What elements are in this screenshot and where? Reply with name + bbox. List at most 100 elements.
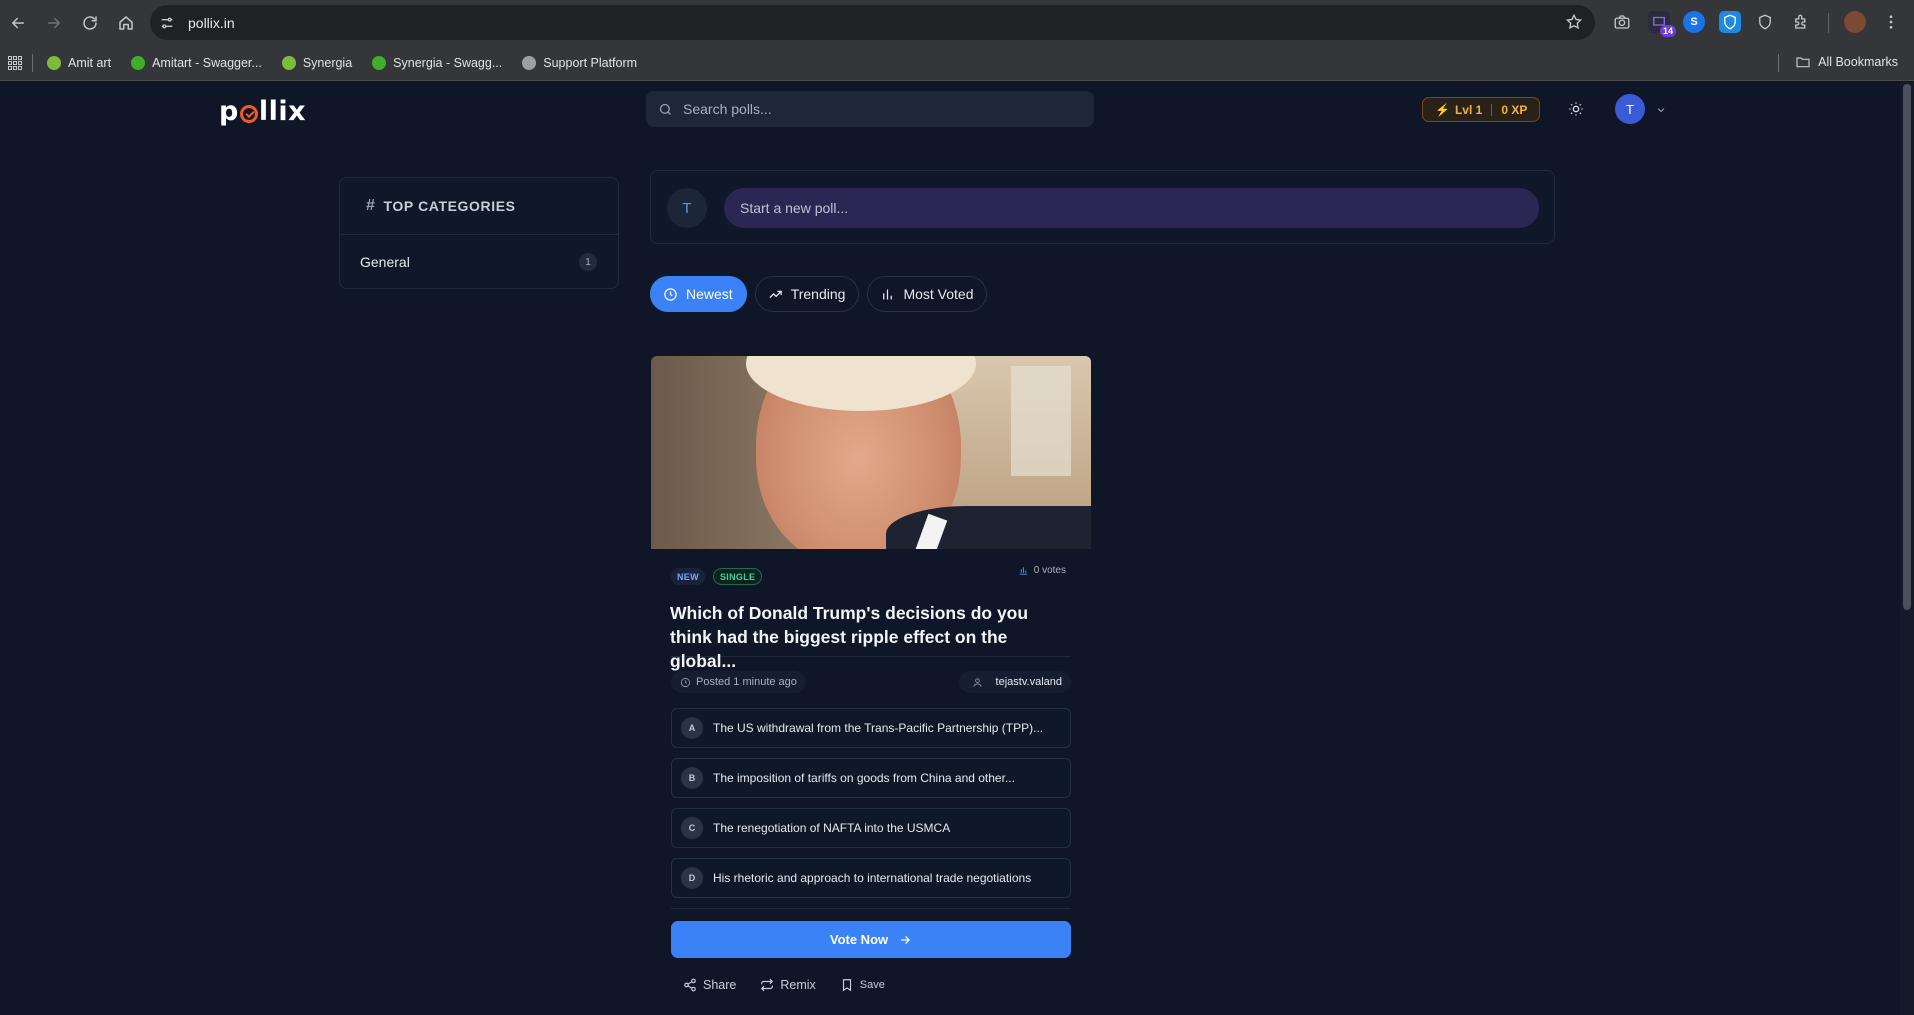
- logo-check-icon: [239, 104, 258, 123]
- scrollbar-thumb[interactable]: [1903, 84, 1911, 610]
- save-label: Save: [859, 979, 885, 991]
- divider: [671, 908, 1071, 909]
- new-badge: NEW: [671, 568, 705, 585]
- bookmark-label: Synergia: [302, 55, 353, 70]
- tab-trending[interactable]: Trending: [754, 276, 860, 312]
- vote-now-label: Vote Now: [829, 932, 889, 947]
- address-bar[interactable]: pollix.in: [150, 5, 1595, 40]
- option-text: The US withdrawal from the Trans-Pacific…: [713, 721, 1044, 735]
- vote-now-button[interactable]: Vote Now: [671, 921, 1071, 958]
- poll-info-row: Posted 1 minute ago tejastv.valand: [651, 657, 1091, 708]
- puzzle-extensions-icon[interactable]: [1790, 11, 1812, 33]
- poll-author[interactable]: tejastv.valand: [958, 671, 1071, 693]
- bookmark-icon: [842, 979, 851, 992]
- xp-label: 0 XP: [1501, 102, 1528, 117]
- clock-icon: [680, 677, 691, 687]
- bookmark-synergia-swagger[interactable]: Synergia - Swagg...: [372, 55, 503, 70]
- bookmark-synergia[interactable]: Synergia: [281, 55, 353, 70]
- tab-label: Newest: [686, 286, 733, 302]
- image-window: [1011, 366, 1071, 476]
- poll-card: NEW SINGLE 0 votes Which of Donald Trump…: [651, 356, 1091, 1015]
- repeat-icon: [761, 978, 774, 992]
- bookmark-star-icon[interactable]: [1565, 13, 1583, 31]
- bookmark-amitart-swagger[interactable]: Amitart - Swagger...: [131, 55, 262, 70]
- category-item-general[interactable]: General 1: [340, 235, 618, 289]
- profile-avatar[interactable]: [1844, 11, 1866, 33]
- option-letter: B: [681, 767, 703, 789]
- level-xp-badge[interactable]: ⚡ Lvl 1 0 XP: [1422, 97, 1541, 122]
- composer-avatar: T: [667, 188, 707, 228]
- tab-newest[interactable]: Newest: [650, 276, 747, 312]
- option-text: The imposition of tariffs on goods from …: [713, 771, 1015, 785]
- poll-option-d[interactable]: D His rhetoric and approach to internati…: [671, 858, 1071, 898]
- pollix-logo[interactable]: p llix: [219, 96, 306, 127]
- bookmark-amit-art[interactable]: Amit art: [47, 55, 112, 70]
- search-input[interactable]: [683, 101, 1063, 117]
- start-poll-input[interactable]: Start a new poll...: [724, 188, 1539, 228]
- home-button[interactable]: [108, 5, 144, 41]
- poll-option-a[interactable]: A The US withdrawal from the Trans-Pacif…: [671, 708, 1071, 748]
- url-text[interactable]: pollix.in: [188, 15, 235, 31]
- option-text: The renegotiation of NAFTA into the USMC…: [713, 821, 951, 835]
- bookmark-label: Support Platform: [543, 55, 638, 70]
- bookmark-favicon: [522, 55, 537, 70]
- remix-button[interactable]: Remix: [760, 978, 816, 992]
- browser-toolbar: pollix.in 14 S: [0, 0, 1914, 45]
- poll-cover-image[interactable]: [651, 356, 1091, 549]
- page-scrollbar[interactable]: [1900, 82, 1914, 1015]
- apps-grid-icon[interactable]: [8, 55, 22, 70]
- top-categories-title: TOP CATEGORIES: [383, 198, 516, 214]
- search-bar[interactable]: [646, 91, 1094, 127]
- extension-icon[interactable]: 14: [1648, 11, 1676, 37]
- logo-suffix: llix: [258, 96, 307, 127]
- user-icon: [968, 672, 988, 692]
- poll-option-b[interactable]: B The imposition of tariffs on goods fro…: [671, 758, 1071, 798]
- arrow-left-icon: [12, 17, 24, 28]
- sort-tabs: Newest Trending Most Voted: [650, 276, 995, 312]
- browser-menu-icon[interactable]: [1880, 11, 1902, 33]
- forward-button[interactable]: [36, 5, 72, 41]
- option-text: His rhetoric and approach to internation…: [713, 871, 1032, 885]
- tab-most-voted[interactable]: Most Voted: [867, 276, 988, 312]
- shazam-extension-icon[interactable]: S: [1683, 11, 1705, 33]
- privacy-extension-icon[interactable]: [1754, 11, 1776, 33]
- camera-extension-icon[interactable]: [1611, 11, 1633, 33]
- bar-chart-icon: [883, 289, 893, 299]
- hash-icon: #: [366, 197, 376, 214]
- logo-prefix: p: [219, 96, 239, 127]
- bookmark-label: Synergia - Swagg...: [393, 55, 503, 70]
- bookmark-favicon: [281, 55, 296, 70]
- bookmarks-bar: Amit art Amitart - Swagger... Synergia S…: [0, 45, 1914, 81]
- back-button[interactable]: [0, 5, 36, 41]
- bookmark-label: Amit art: [68, 55, 112, 70]
- reload-button[interactable]: [72, 5, 108, 41]
- sun-icon: [1569, 102, 1583, 116]
- share-label: Share: [703, 978, 737, 992]
- bookmark-favicon: [131, 55, 146, 70]
- poll-meta: NEW SINGLE 0 votes: [651, 549, 1091, 601]
- poll-title[interactable]: Which of Donald Trump's decisions do you…: [651, 601, 1091, 671]
- share-button[interactable]: Share: [683, 978, 736, 992]
- extension-badge: 14: [1659, 25, 1676, 37]
- site-settings-icon[interactable]: [150, 15, 184, 31]
- all-bookmarks-button[interactable]: All Bookmarks: [1795, 54, 1898, 70]
- toolbar-divider: [1828, 13, 1829, 33]
- vote-count-label: 0 votes: [1033, 565, 1066, 576]
- vote-count: 0 votes: [1018, 565, 1066, 576]
- all-bookmarks-label: All Bookmarks: [1818, 55, 1898, 69]
- xp-divider: [1491, 103, 1493, 116]
- poll-option-c[interactable]: C The renegotiation of NAFTA into the US…: [671, 808, 1071, 848]
- option-letter: C: [681, 817, 703, 839]
- chevron-down-icon[interactable]: [1655, 103, 1667, 115]
- new-poll-composer: T Start a new poll...: [650, 170, 1555, 244]
- posted-label: Posted 1 minute ago: [696, 676, 797, 688]
- option-letter: A: [681, 717, 703, 739]
- arrow-right-icon: [48, 17, 60, 28]
- search-icon: [659, 103, 671, 115]
- bar-chart-icon: [1019, 567, 1027, 575]
- theme-toggle-button[interactable]: [1565, 98, 1587, 120]
- save-button[interactable]: Save: [840, 978, 885, 992]
- shield-extension-icon[interactable]: [1719, 11, 1741, 33]
- bookmark-support-platform[interactable]: Support Platform: [522, 55, 638, 70]
- user-avatar[interactable]: T: [1615, 94, 1645, 124]
